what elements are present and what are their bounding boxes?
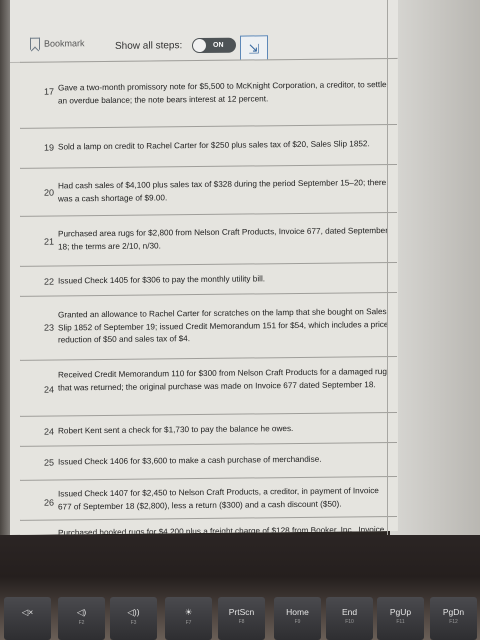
key-fn-label: F10 xyxy=(345,619,354,625)
mute-icon[interactable]: ◁× xyxy=(4,597,51,640)
transaction-text: Robert Kent sent a check for $1,730 to p… xyxy=(58,424,294,436)
key-fn-label: F12 xyxy=(449,619,458,625)
key-label: ☀ xyxy=(184,607,193,617)
transaction-text: Issued Check 1405 for $306 to pay the mo… xyxy=(58,274,266,286)
app-window: Bookmark Show all steps: ON ⇲ 17 Gave a t… xyxy=(10,0,398,536)
key-home[interactable]: Home F9 xyxy=(274,597,321,640)
transaction-text: Sold a lamp on credit to Rachel Carter f… xyxy=(58,139,370,152)
toolbar: Bookmark Show all steps: ON ⇲ xyxy=(10,0,398,64)
key-prtscn[interactable]: PrtScn F8 xyxy=(218,597,265,640)
bookmark-label: Bookmark xyxy=(44,38,85,49)
key-pgdn[interactable]: PgDn F12 xyxy=(430,597,477,640)
key-label: PgDn xyxy=(442,607,465,617)
key-fn-label: F9 xyxy=(294,619,301,625)
transaction-number: 25 xyxy=(43,457,54,468)
transaction-number: 23 xyxy=(43,322,54,333)
toggle-knob xyxy=(193,38,206,53)
transaction-row: 20 Had cash sales of $4,100 plus sales ta… xyxy=(20,163,397,216)
transaction-text: Had cash sales of $4,100 plus sales tax … xyxy=(58,178,387,203)
transaction-number: 22 xyxy=(43,276,54,287)
transaction-number: 26 xyxy=(43,497,54,508)
key-pgup[interactable]: PgUp F11 xyxy=(377,597,424,640)
key-label: End xyxy=(341,607,358,617)
key-label: ◁) xyxy=(76,607,87,617)
transaction-row: 24 Received Credit Memorandum 110 for $30… xyxy=(20,355,397,416)
transaction-row: 26 Issued Check 1407 for $2,450 to Nelson… xyxy=(20,475,397,520)
transaction-row: 19 Sold a lamp on credit to Rachel Carter… xyxy=(20,123,397,168)
brightness-icon[interactable]: ☀ F7 xyxy=(165,597,212,640)
transaction-text: Purchased area rugs for $2,800 from Nels… xyxy=(58,226,388,251)
key-label: ◁)) xyxy=(127,607,140,617)
bookmark-button[interactable]: Bookmark xyxy=(30,37,85,50)
transaction-number: 21 xyxy=(43,236,54,247)
transaction-text: Gave a two-month promissory note for $5,… xyxy=(58,80,387,105)
key-label: ◁× xyxy=(21,607,34,617)
key-fn-label: F8 xyxy=(238,619,245,625)
transaction-text: Received Credit Memorandum 110 for $300 … xyxy=(58,367,387,392)
toggle-label: ON xyxy=(213,41,224,49)
transaction-text: Purchased hooked rugs for $4,200 plus a … xyxy=(58,525,385,536)
bookmark-icon xyxy=(30,37,40,50)
transaction-text: Issued Check 1407 for $2,450 to Nelson C… xyxy=(58,486,379,511)
transaction-number: 17 xyxy=(43,86,54,97)
transaction-number: 20 xyxy=(43,187,54,198)
transaction-text: Granted an allowance to Rachel Carter fo… xyxy=(58,307,389,345)
show-steps-label: Show all steps: xyxy=(115,40,183,52)
transaction-row: 17 Gave a two-month promissory note for $… xyxy=(20,57,397,128)
transaction-row: 22 Issued Check 1405 for $306 to pay the … xyxy=(20,261,397,296)
transaction-number: 24 xyxy=(43,426,54,437)
key-label: PrtScn xyxy=(228,607,255,617)
key-fn-label: F11 xyxy=(396,619,405,625)
screen-bezel-right xyxy=(390,0,480,540)
key-fn-label: F7 xyxy=(185,620,192,626)
transaction-row: 24 Robert Kent sent a check for $1,730 to… xyxy=(20,411,397,446)
transaction-text: Issued Check 1406 for $3,600 to make a c… xyxy=(58,454,322,467)
table-border-right xyxy=(387,0,388,540)
transaction-row: 21 Purchased area rugs for $2,800 from Ne… xyxy=(20,211,397,266)
key-label: PgUp xyxy=(389,607,412,617)
key-fn-label: F3 xyxy=(130,620,137,626)
show-steps-toggle[interactable]: ON xyxy=(192,37,236,54)
key-end[interactable]: End F10 xyxy=(326,597,373,640)
key-label: Home xyxy=(286,607,309,617)
transaction-number: 24 xyxy=(43,384,54,395)
volume-up-icon[interactable]: ◁)) F3 xyxy=(110,597,157,640)
volume-down-icon[interactable]: ◁) F2 xyxy=(58,597,105,640)
key-fn-label: F2 xyxy=(78,620,85,626)
transaction-row: 25 Issued Check 1406 for $3,600 to make a… xyxy=(20,441,397,480)
transaction-row: 23 Granted an allowance to Rachel Carter … xyxy=(20,291,397,360)
transaction-number: 19 xyxy=(43,142,54,153)
transaction-row: 27Purchased hooked rugs for $4,200 plus … xyxy=(20,515,397,536)
